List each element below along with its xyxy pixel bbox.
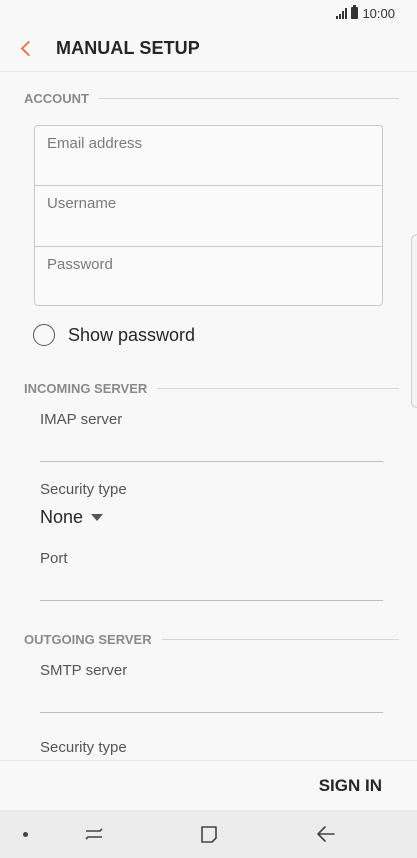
status-time: 10:00 xyxy=(362,5,395,21)
battery-icon xyxy=(351,5,359,19)
section-header-incoming: INCOMING SERVER xyxy=(24,378,399,398)
show-password-label: Show password xyxy=(68,324,196,345)
action-bar: SIGN IN xyxy=(0,760,417,810)
divider xyxy=(157,387,399,389)
password-placeholder: Password xyxy=(47,255,113,273)
navigation-bar xyxy=(0,810,417,858)
imap-server-input[interactable] xyxy=(40,461,383,462)
section-label-incoming: INCOMING SERVER xyxy=(24,380,148,396)
sign-in-button[interactable]: SIGN IN xyxy=(319,776,382,796)
section-header-account: ACCOUNT xyxy=(24,88,399,108)
password-field[interactable]: Password xyxy=(35,247,382,307)
nav-dot-icon xyxy=(23,832,28,837)
smtp-server-input[interactable] xyxy=(40,712,383,713)
imap-server-label: IMAP server xyxy=(40,411,123,428)
section-label-outgoing: OUTGOING SERVER xyxy=(24,631,152,647)
email-placeholder: Email address xyxy=(47,135,143,152)
incoming-security-type-value: None xyxy=(40,507,84,527)
port-input[interactable] xyxy=(40,600,383,601)
section-header-outgoing: OUTGOING SERVER xyxy=(24,629,399,649)
email-field[interactable]: Email address xyxy=(35,126,382,187)
divider xyxy=(99,97,399,99)
signal-icon xyxy=(336,7,348,19)
back-arrow-icon[interactable] xyxy=(0,26,56,72)
incoming-security-type-dropdown[interactable]: None xyxy=(40,507,104,528)
recent-apps-icon[interactable] xyxy=(81,822,107,846)
back-nav-icon[interactable] xyxy=(313,822,339,846)
show-password-radio[interactable] xyxy=(33,324,55,346)
incoming-security-type-label: Security type xyxy=(40,481,127,498)
account-fields-group: Email address Username Password xyxy=(34,125,383,306)
page-title: MANUAL SETUP xyxy=(56,38,200,58)
smtp-server-label: SMTP server xyxy=(40,662,128,679)
home-icon[interactable] xyxy=(196,822,222,846)
divider xyxy=(161,638,399,640)
section-label-account: ACCOUNT xyxy=(24,90,89,106)
scroll-handle[interactable] xyxy=(411,234,417,408)
show-password-toggle[interactable]: Show password xyxy=(33,324,195,346)
port-label: Port xyxy=(40,550,68,567)
username-placeholder: Username xyxy=(47,195,117,213)
username-field[interactable]: Username xyxy=(35,186,382,247)
outgoing-security-type-label: Security type xyxy=(40,739,127,756)
status-bar: 10:00 xyxy=(0,0,417,26)
dropdown-arrow-icon xyxy=(91,514,104,521)
app-bar: MANUAL SETUP xyxy=(0,26,417,72)
